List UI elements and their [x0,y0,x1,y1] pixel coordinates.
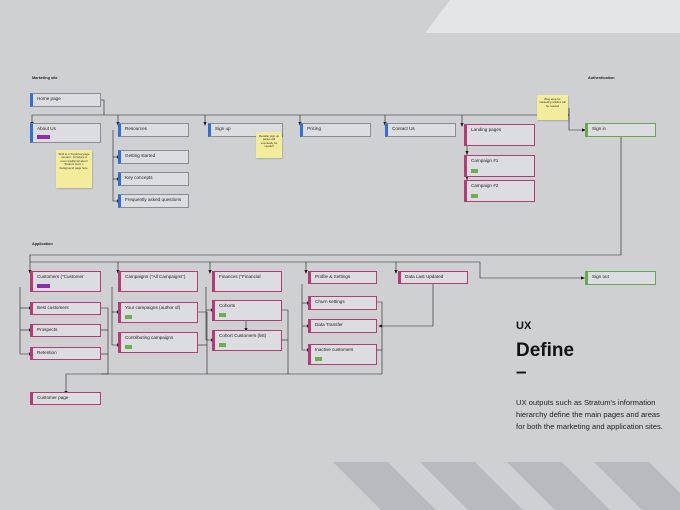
node-label: Pricing [307,126,322,131]
node-label: Finances ("Financial [219,274,261,279]
decor-stripe-bottom-1 [333,462,436,510]
panel-description: UX outputs such as Stratum's information… [516,398,663,431]
node-label: Sign up [215,126,231,131]
node-cohorts[interactable]: Cohorts [212,300,282,321]
node-your-campaigns[interactable]: Your campaigns (author of) [118,302,198,323]
node-pricing[interactable]: Pricing [300,123,371,137]
node-profile-settings[interactable]: Profile & Settings [308,271,377,284]
decor-stripe-bottom-3 [507,462,610,510]
decor-stripe-top [425,0,680,33]
marketing-section-label: Marketing site [32,76,58,80]
node-campaign-1[interactable]: Campaign #1 [464,155,535,177]
node-label: Sign out [592,274,609,279]
node-label: Key concepts [125,175,153,180]
node-label: Data Transfer [315,322,343,327]
node-label: Getting started [125,153,156,158]
node-retention[interactable]: Retention [30,347,101,360]
node-finances[interactable]: Finances ("Financial [212,271,282,292]
sticky-note-blog: Blog area for marketing articles will be… [537,95,568,120]
node-label: Data Last Updated [405,274,444,279]
page-type-swatch [471,169,478,173]
node-label: Frequently asked questions [125,197,182,202]
page-type-swatch [219,313,226,317]
sticky-note-about: Shift to a 'Features' page needed - intr… [56,150,92,188]
diagram-canvas [19,0,680,510]
node-label: Your campaigns (author of) [125,305,181,310]
node-label: Best customers [37,305,69,310]
node-label: Campaigns ("All Campaigns") [125,274,186,279]
decor-stripe-bottom-4 [594,462,680,510]
node-customer-page[interactable]: Customer page [30,392,101,405]
node-sign-in[interactable]: Sign in [585,123,656,137]
node-cohort-customers[interactable]: Cohort Customers (list) [212,330,282,351]
node-about-us[interactable]: About Us [30,123,101,143]
node-campaigns[interactable]: Campaigns ("All Campaigns") [118,271,198,292]
node-label: About Us [37,126,56,131]
node-label: Profile & Settings [315,274,351,279]
page-type-swatch [219,343,226,347]
node-contributing-campaigns[interactable]: Contributing campaigns [118,332,198,353]
node-getting-started[interactable]: Getting started [118,150,189,164]
node-label: Home page [37,96,61,101]
node-customers[interactable]: Customers ("Customer [30,271,101,292]
node-label: Campaign #2 [471,183,499,188]
authentication-section-label: Authentication [588,76,615,80]
node-label: Cohort Customers (list) [219,333,267,338]
node-label: Customer page [37,395,69,400]
node-label: Campaign #1 [471,158,499,163]
node-prospects[interactable]: Prospects [30,324,101,337]
node-landing-pages[interactable]: Landing pages [464,124,535,146]
page-type-swatch [125,345,132,349]
node-data-last-updated[interactable]: Data Last Updated [398,271,468,284]
node-best-customers[interactable]: Best customers [30,302,101,315]
node-churn-settings[interactable]: Churn settings [308,296,377,310]
node-label: Landing pages [471,127,502,132]
node-faq[interactable]: Frequently asked questions [118,194,189,208]
node-label: Customers ("Customer [37,274,84,279]
title-dash: – [516,362,527,383]
node-label: Prospects [37,327,58,332]
node-label: Contact Us [392,126,415,131]
node-label: Inactive customers [315,347,354,352]
ux-tag: UX [516,320,532,332]
node-contact-us[interactable]: Contact Us [385,123,456,137]
node-label: Contributing campaigns [125,335,174,340]
page-type-swatch [125,315,132,319]
node-key-concepts[interactable]: Key concepts [118,172,189,186]
node-sign-out[interactable]: Sign out [585,271,656,285]
node-data-transfer[interactable]: Data Transfer [308,319,377,333]
node-label: Retention [37,350,57,355]
node-resources[interactable]: Resources [118,123,189,137]
application-section-label: Application [32,242,53,246]
page-type-swatch [315,357,322,361]
page-title: Define [516,340,575,361]
node-label: Sign in [592,126,607,131]
sticky-note-signup: Reseller sign up pages will eventually b… [256,132,282,158]
node-label: Resources [125,126,147,131]
decor-stripe-bottom-2 [420,462,523,510]
page-type-swatch [471,194,478,198]
node-home-page[interactable]: Home page [30,93,101,107]
page-type-swatch [37,135,50,139]
page-type-swatch [37,284,50,288]
node-campaign-2[interactable]: Campaign #2 [464,180,535,202]
node-label: Churn settings [315,299,345,304]
node-inactive-customers[interactable]: Inactive customers [308,344,377,365]
node-label: Cohorts [219,303,236,308]
